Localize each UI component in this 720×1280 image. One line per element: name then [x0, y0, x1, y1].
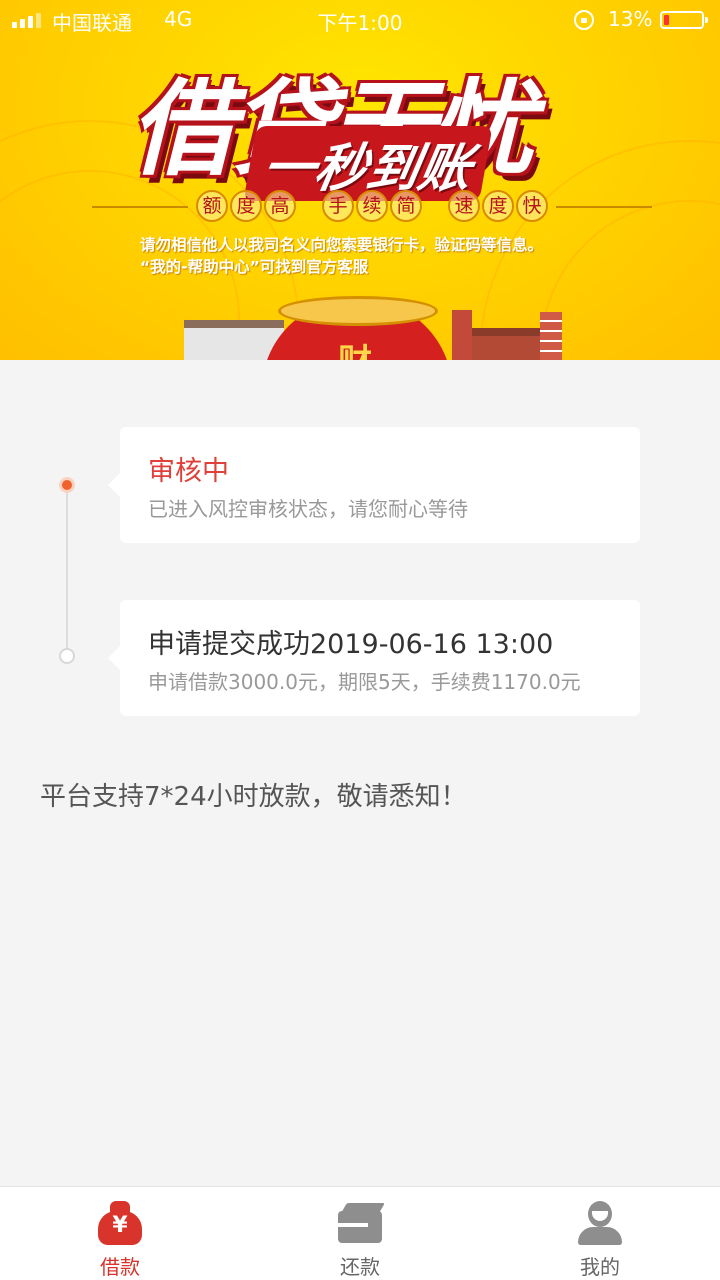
- status-card-submitted: 申请提交成功2019-06-16 13:00 申请借款3000.0元，期限5天，…: [108, 600, 640, 716]
- timeline-dot-active: [59, 477, 75, 493]
- feature-divider: [92, 206, 188, 208]
- banner-features: 额度高 手续简 速度快: [0, 190, 720, 224]
- tab-label: 还款: [340, 1255, 380, 1279]
- banner-notice: 请勿相信他人以我司名义向您索要银行卡，验证码等信息。 “我的-帮助中心”可找到官…: [140, 236, 544, 276]
- money-bag-icon: ¥: [96, 1199, 144, 1245]
- status-description: 已进入风控审核状态，请您耐心等待: [148, 497, 468, 521]
- feature-badge: 速度快: [448, 190, 548, 222]
- timeline-dot: [59, 648, 75, 664]
- promo-banner[interactable]: 中国联通 4G 下午1:00 13% 借贷无忧 一秒到账 额度高 手续简 速度快…: [0, 0, 720, 360]
- card-icon: [336, 1199, 385, 1245]
- building-illustration: [470, 328, 550, 360]
- status-title: 申请提交成功2019-06-16 13:00: [148, 629, 554, 660]
- tab-mine[interactable]: 我的: [480, 1187, 720, 1280]
- tower-illustration: [540, 312, 562, 360]
- rotation-lock-icon: [574, 10, 594, 30]
- feature-badge: 手续简: [322, 190, 422, 222]
- tab-label: 我的: [580, 1255, 620, 1279]
- status-bar: 中国联通 4G 下午1:00 13%: [0, 0, 720, 40]
- status-title: 审核中: [148, 456, 229, 487]
- battery-icon: [660, 11, 708, 29]
- status-description: 申请借款3000.0元，期限5天，手续费1170.0元: [148, 670, 581, 694]
- tab-label: 借款: [100, 1255, 140, 1279]
- tab-bar: ¥ 借款 还款 我的: [0, 1186, 720, 1280]
- tab-borrow[interactable]: ¥ 借款: [0, 1187, 240, 1280]
- gold-coins-illustration: [278, 296, 438, 326]
- platform-notice: 平台支持7*24小时放款，敬请悉知！: [40, 782, 467, 812]
- banner-title-group: 借贷无忧 一秒到账: [100, 20, 620, 201]
- user-icon: [576, 1199, 624, 1245]
- battery-percent: 13%: [608, 7, 653, 31]
- status-card-reviewing: 审核中 已进入风控审核状态，请您耐心等待: [108, 427, 640, 543]
- feature-divider: [556, 206, 652, 208]
- timeline-line: [66, 486, 68, 656]
- tab-repay[interactable]: 还款: [240, 1187, 480, 1280]
- feature-badge: 额度高: [196, 190, 296, 222]
- pagoda-illustration: [452, 310, 472, 360]
- bag-character: 财: [330, 334, 380, 360]
